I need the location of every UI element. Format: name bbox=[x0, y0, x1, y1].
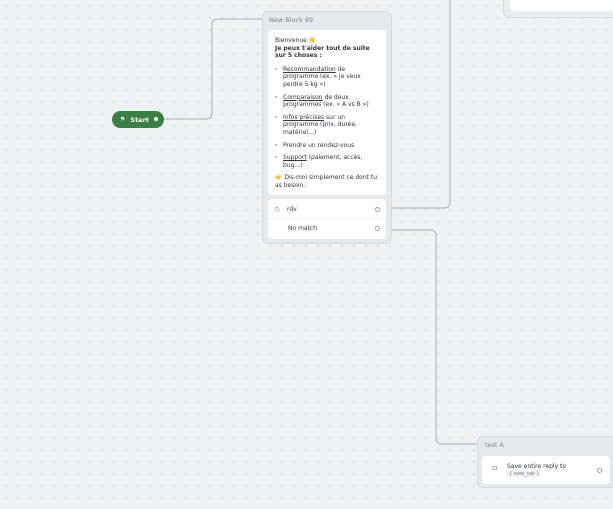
intro-line: Je peux t'aider tout de suite sur 5 chos… bbox=[275, 44, 370, 60]
list-item: Prendre un rendez-vous bbox=[275, 142, 378, 150]
variable-tag: { new_var } bbox=[507, 471, 542, 477]
block-new-block-89[interactable]: New Block 89 Bienvenue 👋 Je peux t'aider… bbox=[262, 11, 392, 244]
card-label: Save entire reply to bbox=[507, 463, 567, 470]
set-variable-card[interactable]: ⊡ Save entire reply to { new_var } bbox=[482, 456, 610, 484]
list-item: Comparaison de deux programmes (ex. « A … bbox=[275, 94, 378, 109]
no-match-output-handle[interactable] bbox=[375, 226, 380, 231]
text-bubble[interactable]: Bienvenue 👋 Je peux t'aider tout de suit… bbox=[268, 30, 386, 195]
block-test-a[interactable]: test A ⊡ Save entire reply to { new_var … bbox=[477, 436, 613, 488]
choice-no-match[interactable]: No match bbox=[268, 220, 386, 238]
variable-icon: ⊡ bbox=[492, 464, 498, 472]
block-title: test A bbox=[485, 441, 504, 449]
start-label: Start bbox=[130, 115, 149, 124]
flow-canvas[interactable]: ⚑ Start New Block 89 Bienvenue 👋 Je peux… bbox=[0, 0, 613, 509]
clock-icon: ◷ bbox=[274, 205, 280, 213]
list-item: Recommandation de programme (ex. « je ve… bbox=[275, 66, 378, 89]
choice-rdv[interactable]: ◷ rdv bbox=[268, 201, 386, 219]
flag-icon: ⚑ bbox=[120, 116, 126, 123]
list-item: Infos précises sur un programme (prix, d… bbox=[275, 114, 378, 137]
options-list: Recommandation de programme (ex. « je ve… bbox=[275, 66, 378, 170]
choice-label: No match bbox=[288, 225, 318, 232]
greeting-line: Bienvenue 👋 bbox=[275, 37, 317, 44]
choice-label: rdv bbox=[287, 206, 297, 213]
choice-input[interactable]: ◷ rdv No match bbox=[268, 199, 386, 239]
start-node[interactable]: ⚑ Start bbox=[112, 111, 164, 128]
edge-start-to-block[interactable] bbox=[164, 18, 262, 120]
card-output-handle[interactable] bbox=[597, 468, 602, 473]
block-title: New Block 89 bbox=[269, 16, 314, 24]
offscreen-block-card bbox=[510, 0, 613, 11]
edge-nomatch-to-test[interactable] bbox=[387, 229, 477, 445]
closing-line: 👉 Dis-moi simplement ce dont tu as besoi… bbox=[275, 174, 378, 189]
list-item: Support (paiement, accès, bug…) bbox=[275, 154, 378, 169]
edge-rdv-to-offscreen[interactable] bbox=[387, 0, 451, 209]
start-output-handle[interactable] bbox=[153, 116, 159, 122]
offscreen-block[interactable] bbox=[503, 0, 613, 18]
choice-output-handle[interactable] bbox=[375, 207, 380, 212]
